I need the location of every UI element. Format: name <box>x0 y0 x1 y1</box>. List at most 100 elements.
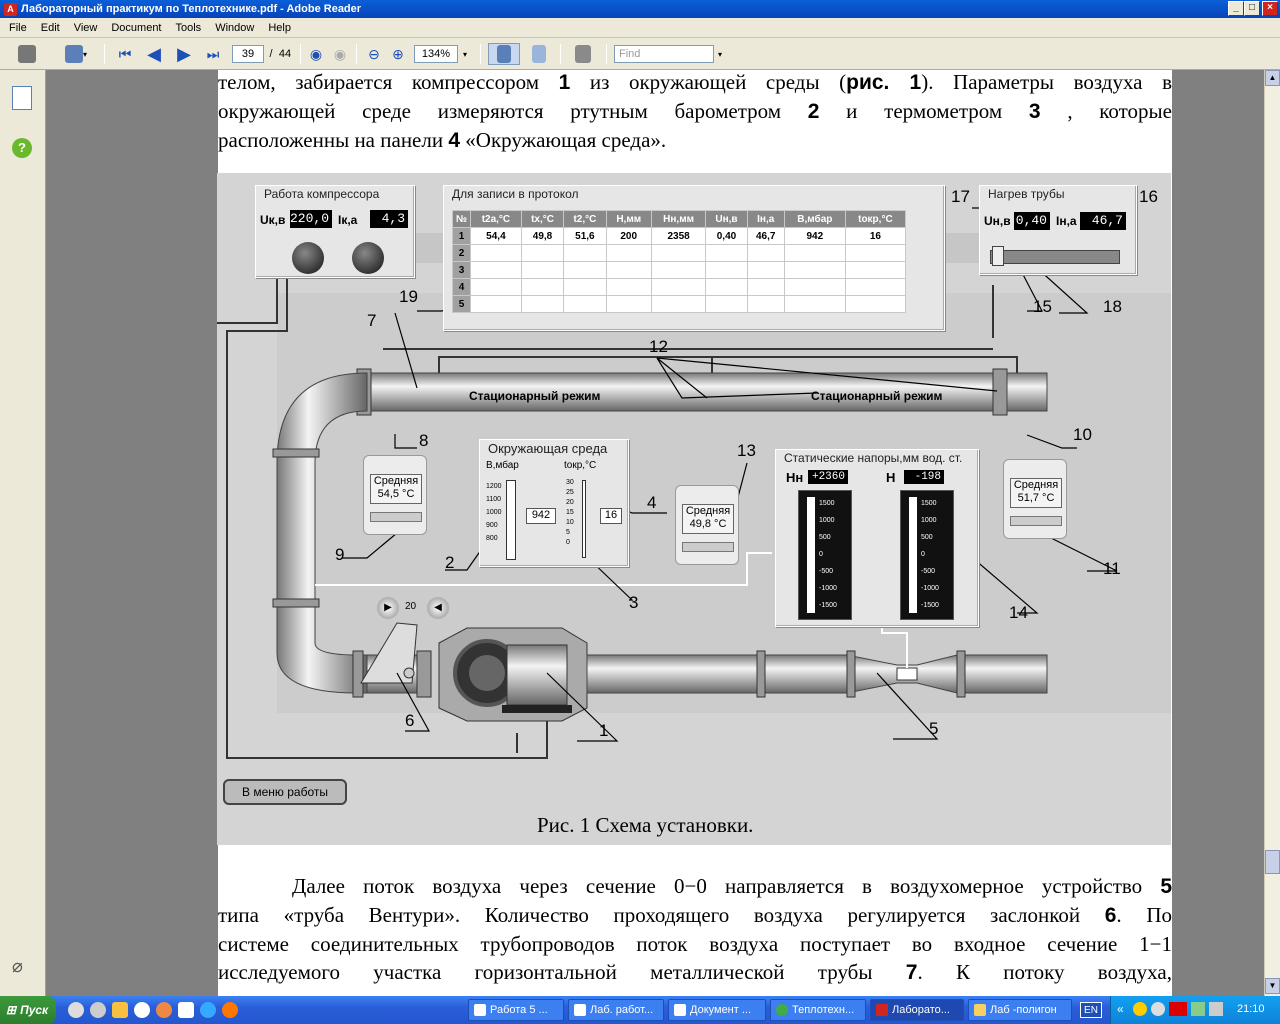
forward-view-button[interactable]: ◉ <box>330 43 350 65</box>
table-cell[interactable]: 49,8 <box>520 227 565 245</box>
last-page-button[interactable]: ⏭ <box>202 43 224 65</box>
quick-launch-icon[interactable] <box>112 1002 128 1018</box>
find-dropdown-arrow[interactable]: ▾ <box>714 43 726 65</box>
table-cell[interactable]: 16 <box>844 227 907 245</box>
tray-shield-icon[interactable] <box>1133 1002 1147 1016</box>
tray-ati-icon[interactable] <box>1169 1002 1187 1016</box>
pages-icon[interactable] <box>12 86 32 110</box>
zoom-dropdown-arrow[interactable]: ▾ <box>458 43 472 65</box>
page-number-input[interactable]: 39 <box>232 45 264 63</box>
tray-volume-icon[interactable] <box>1209 1002 1223 1016</box>
heating-slider-track[interactable] <box>990 250 1120 264</box>
menu-window[interactable]: Window <box>208 22 261 34</box>
table-cell[interactable] <box>705 278 748 296</box>
table-cell[interactable] <box>783 278 846 296</box>
fit-page-button[interactable] <box>526 43 552 65</box>
table-cell[interactable] <box>563 244 607 262</box>
table-cell[interactable]: 46,7 <box>746 227 785 245</box>
task-lab-rabot[interactable]: Лаб. работ... <box>568 999 664 1021</box>
scroll-thumb[interactable] <box>1265 850 1280 874</box>
table-cell[interactable] <box>844 278 907 296</box>
compressor-start-button[interactable] <box>292 242 324 274</box>
table-cell[interactable] <box>470 261 522 279</box>
table-cell[interactable] <box>783 244 846 262</box>
maximize-button[interactable]: □ <box>1244 1 1260 16</box>
table-cell[interactable] <box>650 261 707 279</box>
work-menu-button[interactable]: В меню работы <box>223 779 347 805</box>
table-cell[interactable] <box>650 244 707 262</box>
quick-launch-icon[interactable] <box>68 1002 84 1018</box>
table-cell[interactable] <box>746 295 785 313</box>
table-cell[interactable] <box>563 295 607 313</box>
heating-slider-handle[interactable] <box>992 246 1004 266</box>
table-cell[interactable] <box>520 244 565 262</box>
quick-launch-icon[interactable] <box>90 1002 106 1018</box>
table-cell[interactable] <box>605 244 652 262</box>
table-cell[interactable] <box>844 261 907 279</box>
prev-page-button[interactable]: ◀ <box>142 43 166 65</box>
first-page-button[interactable]: ⏮ <box>114 43 136 65</box>
table-cell[interactable] <box>746 278 785 296</box>
fit-width-button[interactable] <box>488 43 520 65</box>
back-view-button[interactable]: ◉ <box>306 43 326 65</box>
help-icon[interactable]: ? <box>12 138 32 158</box>
thermometer-mid-buttons[interactable] <box>682 542 734 552</box>
table-cell[interactable]: 0,40 <box>705 227 748 245</box>
menu-tools[interactable]: Tools <box>169 22 209 34</box>
table-cell[interactable] <box>605 278 652 296</box>
minimize-button[interactable]: _ <box>1228 1 1244 16</box>
table-cell[interactable]: 51,6 <box>563 227 607 245</box>
thermometer-right-buttons[interactable] <box>1010 516 1062 526</box>
tray-expand-icon[interactable]: « <box>1117 1002 1124 1016</box>
task-rabota5[interactable]: Работа 5 ... <box>468 999 564 1021</box>
table-cell[interactable]: 2358 <box>650 227 707 245</box>
tray-icon[interactable] <box>1151 1002 1165 1016</box>
scan-button[interactable]: ▾ <box>56 43 96 65</box>
table-cell[interactable]: 942 <box>783 227 846 245</box>
menu-help[interactable]: Help <box>261 22 298 34</box>
table-cell[interactable]: 54,4 <box>470 227 522 245</box>
scroll-up-arrow[interactable]: ▲ <box>1265 70 1280 86</box>
table-cell[interactable] <box>520 278 565 296</box>
scroll-down-arrow[interactable]: ▼ <box>1265 978 1280 994</box>
document-button[interactable] <box>568 43 598 65</box>
paperclip-icon[interactable]: ⌀ <box>12 956 32 976</box>
quick-launch-icon[interactable] <box>178 1002 194 1018</box>
table-cell[interactable] <box>563 261 607 279</box>
zoom-select[interactable]: 134% <box>414 45 458 63</box>
thermometer-left-buttons[interactable] <box>370 512 422 522</box>
table-cell[interactable] <box>605 261 652 279</box>
table-cell[interactable] <box>746 261 785 279</box>
table-cell[interactable] <box>470 278 522 296</box>
table-cell[interactable] <box>563 278 607 296</box>
language-indicator[interactable]: EN <box>1080 1002 1102 1018</box>
task-lab-poligon[interactable]: Лаб -полигон <box>968 999 1072 1021</box>
table-cell[interactable] <box>705 244 748 262</box>
print-button[interactable] <box>12 43 42 65</box>
table-cell[interactable] <box>520 295 565 313</box>
firefox-icon[interactable] <box>222 1002 238 1018</box>
menu-view[interactable]: View <box>67 22 105 34</box>
table-cell[interactable]: 200 <box>605 227 652 245</box>
menu-document[interactable]: Document <box>104 22 168 34</box>
quick-launch-icon[interactable] <box>134 1002 150 1018</box>
table-cell[interactable] <box>650 278 707 296</box>
table-cell[interactable] <box>650 295 707 313</box>
table-cell[interactable] <box>705 261 748 279</box>
table-cell[interactable] <box>844 295 907 313</box>
table-cell[interactable] <box>520 261 565 279</box>
table-cell[interactable] <box>783 261 846 279</box>
tray-network-icon[interactable] <box>1191 1002 1205 1016</box>
menu-edit[interactable]: Edit <box>34 22 67 34</box>
quick-launch-icon[interactable] <box>156 1002 172 1018</box>
table-cell[interactable] <box>844 244 907 262</box>
table-cell[interactable] <box>746 244 785 262</box>
task-laborato[interactable]: Лаборато... <box>870 999 964 1021</box>
table-cell[interactable] <box>705 295 748 313</box>
task-teplotehn[interactable]: Теплотехн... <box>770 999 866 1021</box>
find-input[interactable]: Find <box>614 45 714 63</box>
task-dokument[interactable]: Документ ... <box>668 999 766 1021</box>
start-button[interactable]: ⊞ Пуск <box>0 996 56 1024</box>
flow-increase-button[interactable]: ◀ <box>427 597 449 619</box>
zoom-out-button[interactable]: ⊖ <box>364 43 384 65</box>
